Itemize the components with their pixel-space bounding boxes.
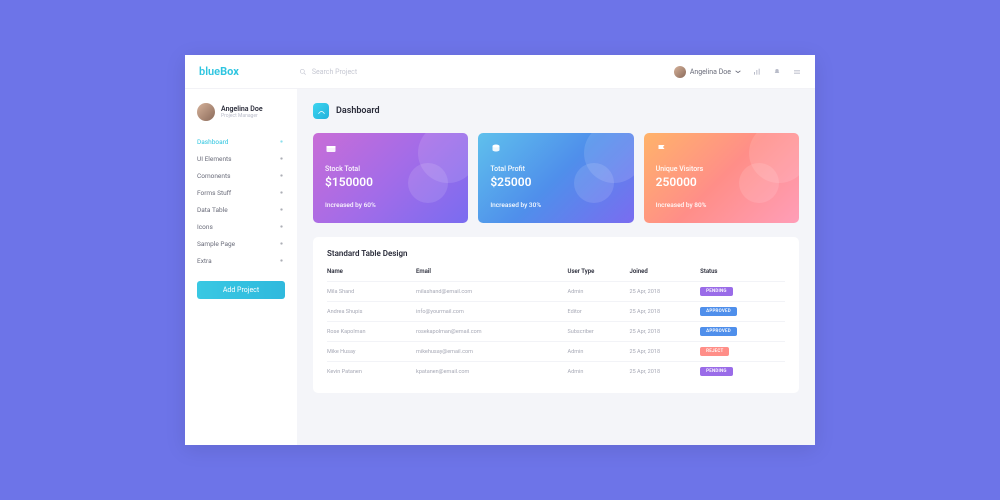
avatar-icon bbox=[674, 66, 686, 78]
status-badge: APPROVED bbox=[700, 307, 737, 316]
cell-name: Andrea Shupis bbox=[327, 302, 416, 322]
column-header: Email bbox=[416, 268, 567, 282]
avatar-icon bbox=[197, 103, 215, 121]
sidebar: Angelina Doe Project Manager Dashboard UI… bbox=[185, 89, 297, 445]
menu-icon[interactable] bbox=[793, 68, 801, 76]
user-menu[interactable]: Angelina Doe bbox=[674, 66, 741, 78]
status-badge: APPROVED bbox=[700, 327, 737, 336]
stat-cards: Stock Total $150000 Increased by 60% Tot… bbox=[313, 133, 799, 223]
column-header: Status bbox=[700, 268, 785, 282]
card-stock-total[interactable]: Stock Total $150000 Increased by 60% bbox=[313, 133, 468, 223]
nav-item-icon bbox=[278, 240, 285, 247]
topbar-actions: Angelina Doe bbox=[674, 66, 801, 78]
sidebar-item-forms-stuff[interactable]: Forms Stuff bbox=[197, 184, 285, 201]
cell-email: milashand@email.com bbox=[416, 282, 567, 302]
cell-name: Mike Husay bbox=[327, 342, 416, 362]
cell-status: APPROVED bbox=[700, 322, 785, 342]
cell-name: Mila Shand bbox=[327, 282, 416, 302]
sidebar-item-label: Icons bbox=[197, 223, 213, 231]
cell-email: rosekapolman@email.com bbox=[416, 322, 567, 342]
cell-type: Admin bbox=[568, 362, 630, 382]
chart-icon[interactable] bbox=[753, 68, 761, 76]
profile-role: Project Manager bbox=[221, 113, 263, 119]
column-header: User Type bbox=[568, 268, 630, 282]
app-window: blueBox Search Project Angelina Doe Ange… bbox=[185, 55, 815, 445]
sidebar-profile[interactable]: Angelina Doe Project Manager bbox=[197, 103, 285, 121]
dashboard-icon bbox=[313, 103, 329, 119]
search-input[interactable]: Search Project bbox=[299, 68, 357, 76]
status-badge: PENDING bbox=[700, 367, 733, 376]
main-content: Dashboard Stock Total $150000 Increased … bbox=[297, 89, 815, 445]
nav-item-icon bbox=[278, 223, 285, 230]
nav-item-icon bbox=[278, 257, 285, 264]
data-table: NameEmailUser TypeJoinedStatus Mila Shan… bbox=[327, 268, 785, 381]
cell-joined: 25 Apr, 2018 bbox=[629, 342, 700, 362]
sidebar-item-sample-page[interactable]: Sample Page bbox=[197, 235, 285, 252]
nav-item-icon bbox=[278, 189, 285, 196]
sidebar-item-label: Dashboard bbox=[197, 138, 228, 146]
column-header: Name bbox=[327, 268, 416, 282]
cell-email: kpatanen@email.com bbox=[416, 362, 567, 382]
cell-status: PENDING bbox=[700, 362, 785, 382]
topbar: blueBox Search Project Angelina Doe bbox=[185, 55, 815, 89]
sidebar-item-dashboard[interactable]: Dashboard bbox=[197, 133, 285, 150]
sidebar-item-extra[interactable]: Extra bbox=[197, 252, 285, 269]
database-icon bbox=[490, 143, 502, 155]
cell-email: info@yourmail.com bbox=[416, 302, 567, 322]
sidebar-item-label: UI Elements bbox=[197, 155, 232, 163]
sidebar-item-comonents[interactable]: Comonents bbox=[197, 167, 285, 184]
table-row[interactable]: Mike Husaymikehusay@email.comAdmin25 Apr… bbox=[327, 342, 785, 362]
cell-type: Subscriber bbox=[568, 322, 630, 342]
sidebar-item-ui-elements[interactable]: UI Elements bbox=[197, 150, 285, 167]
sidebar-item-label: Data Table bbox=[197, 206, 228, 214]
sidebar-item-label: Comonents bbox=[197, 172, 230, 180]
table-row[interactable]: Rose Kapolmanrosekapolman@email.comSubsc… bbox=[327, 322, 785, 342]
table-row[interactable]: Kevin Patanenkpatanen@email.comAdmin25 A… bbox=[327, 362, 785, 382]
cell-status: REJECT bbox=[700, 342, 785, 362]
search-icon bbox=[299, 68, 307, 76]
nav-item-icon bbox=[278, 206, 285, 213]
page-header: Dashboard bbox=[313, 103, 799, 119]
cell-name: Kevin Patanen bbox=[327, 362, 416, 382]
card-unique-visitors[interactable]: Unique Visitors 250000 Increased by 80% bbox=[644, 133, 799, 223]
table-row[interactable]: Andrea Shupisinfo@yourmail.comEditor25 A… bbox=[327, 302, 785, 322]
cell-joined: 25 Apr, 2018 bbox=[629, 362, 700, 382]
cell-type: Editor bbox=[568, 302, 630, 322]
cell-joined: 25 Apr, 2018 bbox=[629, 322, 700, 342]
table-title: Standard Table Design bbox=[327, 249, 785, 258]
cell-status: PENDING bbox=[700, 282, 785, 302]
wallet-icon bbox=[325, 143, 337, 155]
profile-name: Angelina Doe bbox=[221, 105, 263, 113]
sidebar-nav: Dashboard UI Elements Comonents Forms Stuff… bbox=[197, 133, 285, 269]
chevron-down-icon bbox=[735, 70, 741, 74]
column-header: Joined bbox=[629, 268, 700, 282]
nav-item-icon bbox=[278, 155, 285, 162]
nav-item-icon bbox=[278, 138, 285, 145]
cell-joined: 25 Apr, 2018 bbox=[629, 302, 700, 322]
nav-item-icon bbox=[278, 172, 285, 179]
table-row[interactable]: Mila Shandmilashand@email.comAdmin25 Apr… bbox=[327, 282, 785, 302]
bell-icon[interactable] bbox=[773, 68, 781, 76]
flag-icon bbox=[656, 143, 668, 155]
card-total-profit[interactable]: Total Profit $25000 Increased by 30% bbox=[478, 133, 633, 223]
status-badge: REJECT bbox=[700, 347, 729, 356]
status-badge: PENDING bbox=[700, 287, 733, 296]
cell-status: APPROVED bbox=[700, 302, 785, 322]
sidebar-item-icons[interactable]: Icons bbox=[197, 218, 285, 235]
sidebar-item-label: Extra bbox=[197, 257, 212, 265]
sidebar-item-data-table[interactable]: Data Table bbox=[197, 201, 285, 218]
cell-joined: 25 Apr, 2018 bbox=[629, 282, 700, 302]
sidebar-item-label: Forms Stuff bbox=[197, 189, 231, 197]
page-title: Dashboard bbox=[336, 106, 380, 116]
cell-type: Admin bbox=[568, 342, 630, 362]
cell-type: Admin bbox=[568, 282, 630, 302]
cell-name: Rose Kapolman bbox=[327, 322, 416, 342]
sidebar-item-label: Sample Page bbox=[197, 240, 235, 248]
cell-email: mikehusay@email.com bbox=[416, 342, 567, 362]
add-project-button[interactable]: Add Project bbox=[197, 281, 285, 299]
table-panel: Standard Table Design NameEmailUser Type… bbox=[313, 237, 799, 393]
brand-logo[interactable]: blueBox bbox=[199, 65, 239, 78]
